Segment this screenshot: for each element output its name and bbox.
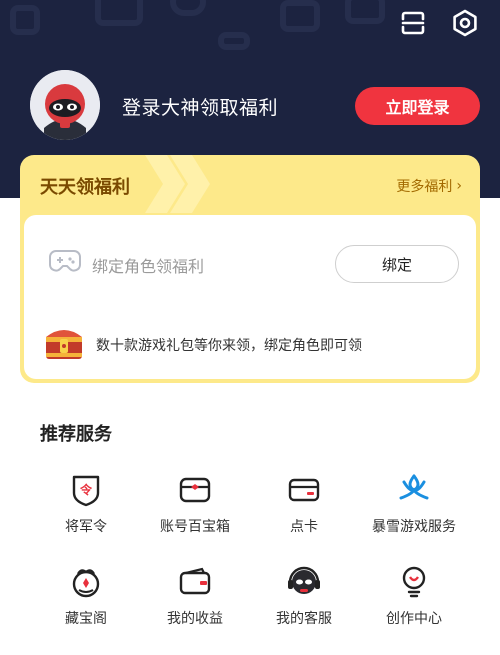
service-blizzard[interactable]: 暴雪游戏服务 <box>354 472 474 542</box>
service-label: 点卡 <box>290 519 318 535</box>
wallet-icon <box>177 564 213 600</box>
treasure-box-icon <box>177 472 213 508</box>
services-title: 推荐服务 <box>40 424 112 445</box>
welfare-card: 天天领福利 更多福利 › 绑定角色领福利 绑定 数十款游戏礼包等你来领，绑定角色… <box>20 155 480 383</box>
welfare-header: 天天领福利 更多福利 › <box>20 155 480 213</box>
service-label: 藏宝阁 <box>65 611 107 627</box>
customer-service-icon <box>286 564 322 600</box>
login-button[interactable]: 立即登录 <box>355 87 480 125</box>
decor-shape <box>345 0 385 24</box>
avatar[interactable] <box>30 70 100 140</box>
service-token[interactable]: 令 将军令 <box>26 472 146 542</box>
login-prompt[interactable]: 登录大神领取福利 <box>122 93 278 120</box>
chevron-right-icon: › <box>456 178 462 194</box>
bind-button[interactable]: 绑定 <box>335 245 459 283</box>
decor-shape <box>280 0 320 32</box>
gamepad-icon <box>48 247 82 275</box>
scan-icon[interactable] <box>398 8 428 38</box>
decor-shape <box>170 0 206 16</box>
service-label: 账号百宝箱 <box>160 519 230 535</box>
welfare-panel: 绑定角色领福利 绑定 数十款游戏礼包等你来领，绑定角色即可领 <box>24 215 476 379</box>
service-my-earnings[interactable]: 我的收益 <box>135 564 255 634</box>
service-label: 我的收益 <box>167 611 223 627</box>
token-shield-icon: 令 <box>68 472 104 508</box>
gift-pack-text: 数十款游戏礼包等你来领，绑定角色即可领 <box>96 338 362 354</box>
treasure-chest-icon <box>40 323 88 363</box>
decor-shape <box>218 32 250 50</box>
service-customer-service[interactable]: 我的客服 <box>244 564 364 634</box>
service-label: 创作中心 <box>386 611 442 627</box>
svg-text:令: 令 <box>79 482 93 497</box>
service-account-box[interactable]: 账号百宝箱 <box>135 472 255 542</box>
lightbulb-icon <box>396 564 432 600</box>
service-label: 将军令 <box>65 519 107 535</box>
more-welfare-link[interactable]: 更多福利 › <box>396 176 462 196</box>
decor-shape <box>95 0 143 26</box>
card-icon <box>286 472 322 508</box>
welfare-title: 天天领福利 <box>40 177 130 198</box>
blizzard-icon <box>396 472 432 508</box>
service-label: 我的客服 <box>276 611 332 627</box>
more-welfare-label: 更多福利 <box>396 179 453 195</box>
service-point-card[interactable]: 点卡 <box>244 472 364 542</box>
bind-role-prompt: 绑定角色领福利 <box>92 257 205 276</box>
decor-shape <box>10 5 40 35</box>
service-label: 暴雪游戏服务 <box>372 519 456 535</box>
service-creator-center[interactable]: 创作中心 <box>354 564 474 634</box>
treasure-pavilion-icon <box>68 564 104 600</box>
service-treasure-pavilion[interactable]: 藏宝阁 <box>26 564 146 634</box>
settings-icon[interactable] <box>450 8 480 38</box>
